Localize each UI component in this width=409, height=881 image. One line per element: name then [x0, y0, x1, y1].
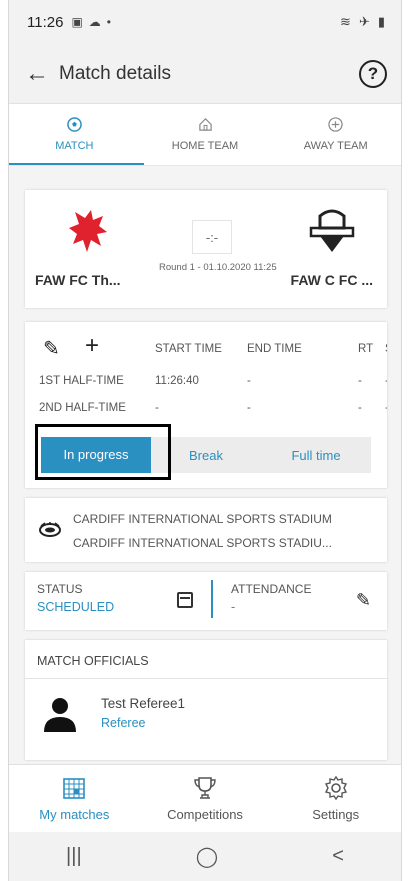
tab-match[interactable]: MATCH: [9, 104, 140, 165]
full-time-button[interactable]: Full time: [261, 448, 371, 463]
back-button[interactable]: <: [332, 845, 344, 868]
attendance-label: ATTENDANCE: [231, 582, 312, 596]
highlight-box: [35, 424, 171, 480]
tab-away-team[interactable]: AWAY TEAM: [270, 104, 401, 165]
app-bar: ← Match details ?: [9, 44, 401, 104]
status-label: STATUS: [37, 582, 83, 596]
calendar-icon[interactable]: [177, 592, 193, 608]
periods-header-row: START TIME END TIME RT S T: [25, 343, 387, 363]
away-team-crest-icon: [309, 209, 355, 252]
person-icon: [44, 698, 76, 732]
cloud-icon: ☁: [88, 15, 101, 29]
page-title: Match details: [59, 62, 171, 84]
calendar-grid-icon: [63, 778, 86, 799]
recent-apps-button[interactable]: |||: [66, 845, 82, 868]
nav-label: Competitions: [167, 807, 243, 822]
home-button[interactable]: ◯: [196, 844, 218, 869]
soccer-ball-icon: [67, 117, 82, 134]
image-icon: ▣: [71, 15, 83, 29]
nav-competitions[interactable]: Competitions: [140, 765, 271, 832]
period-end: -: [247, 375, 251, 387]
official-role: Referee: [101, 716, 146, 730]
divider: [211, 580, 213, 618]
officials-card: MATCH OFFICIALS Test Referee1 Referee: [25, 640, 387, 760]
stadium-name: CARDIFF INTERNATIONAL SPORTS STADIUM: [73, 512, 332, 526]
stadium-card[interactable]: CARDIFF INTERNATIONAL SPORTS STADIUM CAR…: [25, 498, 387, 562]
match-tabs: MATCH HOME TEAM AWAY TEAM: [9, 104, 401, 166]
officials-title: MATCH OFFICIALS: [37, 654, 149, 668]
status-bar: 11:26 ▣ ☁ • ≋ ✈ ▮: [9, 0, 401, 44]
nav-label: Settings: [312, 807, 360, 822]
airplane-icon: ✈: [358, 14, 370, 29]
gear-icon: [324, 775, 347, 801]
stadium-subname: CARDIFF INTERNATIONAL SPORTS STADIU...: [73, 536, 332, 550]
period-start: 11:26:40: [155, 375, 199, 387]
period-rt: -: [358, 402, 362, 414]
period-st: -: [385, 375, 387, 387]
away-team-name: FAW C FC ...: [290, 272, 373, 288]
period-rt: -: [358, 375, 362, 387]
tab-label: MATCH: [55, 140, 94, 152]
tab-label: HOME TEAM: [171, 140, 239, 152]
header-st: S T: [385, 343, 387, 355]
wifi-icon: ≋: [340, 14, 351, 29]
period-start: -: [155, 402, 159, 414]
dot-icon: •: [106, 15, 111, 29]
battery-icon: ▮: [377, 14, 385, 29]
tab-home-team[interactable]: HOME TEAM: [140, 104, 271, 165]
status-card: STATUS SCHEDULED ATTENDANCE - ✎: [25, 572, 387, 630]
pencil-icon[interactable]: ✎: [356, 590, 371, 611]
bottom-navigation: My matches Competitions Settings: [9, 764, 401, 832]
system-navigation: ||| ◯ <: [9, 832, 401, 881]
nav-my-matches[interactable]: My matches: [9, 765, 140, 832]
table-row: 1ST HALF-TIME 11:26:40 - - -: [25, 375, 387, 395]
status-icons: ▣ ☁ •: [71, 15, 111, 29]
header-rt: RT: [358, 343, 374, 355]
period-name: 2ND HALF-TIME: [39, 402, 126, 414]
active-tab-indicator: [9, 163, 144, 165]
official-name[interactable]: Test Referee1: [101, 696, 185, 711]
divider: [25, 678, 387, 679]
home-team-crest-icon: [69, 210, 107, 252]
back-arrow-icon[interactable]: ←: [25, 60, 59, 88]
home-team-name: FAW FC Th...: [35, 272, 121, 288]
stadium-icon: [39, 522, 61, 537]
status-value: SCHEDULED: [37, 600, 115, 614]
tab-label: AWAY TEAM: [303, 140, 368, 152]
attendance-value: -: [231, 600, 236, 614]
phone-frame: 11:26 ▣ ☁ • ≋ ✈ ▮ ← Match details ? MATC…: [8, 0, 402, 881]
plane-icon: [328, 117, 343, 134]
score-display: -:-: [192, 220, 232, 254]
status-time: 11:26: [27, 13, 64, 31]
trophy-icon: [194, 777, 216, 799]
match-summary-card: -:- FAW FC Th... Round 1 - 01.10.2020 11…: [25, 190, 387, 308]
period-name: 1ST HALF-TIME: [39, 375, 124, 387]
home-icon: [198, 117, 213, 134]
table-row: 2ND HALF-TIME - - - -: [25, 402, 387, 422]
nav-label: My matches: [39, 807, 110, 822]
nav-settings[interactable]: Settings: [270, 765, 401, 832]
period-st: -: [385, 402, 387, 414]
status-right-icons: ≋ ✈ ▮: [340, 14, 385, 30]
header-start-time: START TIME: [155, 343, 222, 355]
round-info: Round 1 - 01.10.2020 11:25: [159, 262, 277, 273]
header-end-time: END TIME: [247, 343, 302, 355]
help-icon[interactable]: ?: [359, 59, 387, 88]
period-end: -: [247, 402, 251, 414]
